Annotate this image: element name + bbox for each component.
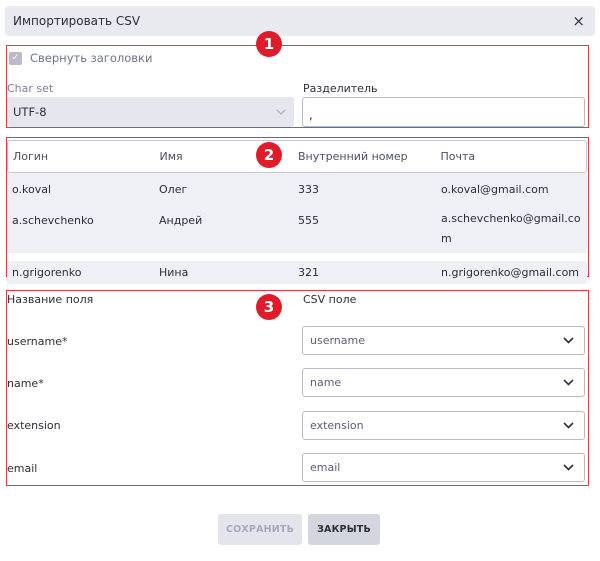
collapse-headers-toggle[interactable]: ✓ Свернуть заголовки bbox=[9, 51, 152, 65]
field-label-name: name* bbox=[7, 377, 44, 390]
cell-name: Нина bbox=[159, 266, 189, 279]
row-spacer bbox=[7, 253, 587, 261]
table-row: o.koval Олег 333 o.koval@gmail.com bbox=[7, 173, 587, 205]
cell-extension: 555 bbox=[298, 214, 319, 227]
cell-email: n.grigorenko@gmail.com bbox=[441, 266, 580, 279]
cell-extension: 333 bbox=[298, 182, 319, 196]
csv-field-header: CSV поле bbox=[303, 293, 357, 306]
csv-select-email[interactable]: email bbox=[302, 453, 585, 482]
chevron-down-icon bbox=[563, 464, 574, 471]
annotation-badge-2: 2 bbox=[256, 142, 282, 168]
import-settings-section: ✓ Свернуть заголовки Char set UTF-8 Разд… bbox=[6, 45, 589, 128]
annotation-badge-3: 3 bbox=[256, 294, 282, 320]
field-name-header: Название поля bbox=[7, 293, 94, 306]
field-label-extension: extension bbox=[7, 419, 61, 432]
charset-select[interactable]: UTF-8 bbox=[7, 97, 294, 127]
check-icon[interactable]: ✓ bbox=[9, 51, 22, 65]
annotation-badge-1: 1 bbox=[256, 31, 282, 57]
field-mapping-section: Название поля CSV поле username* usernam… bbox=[6, 290, 589, 486]
field-label-email: email bbox=[7, 462, 38, 475]
select-value: email bbox=[310, 461, 341, 474]
table-row: n.grigorenko Нина 321 n.grigorenko@gmail… bbox=[7, 261, 587, 284]
cell-name: Андрей bbox=[159, 214, 203, 227]
csv-select-name[interactable]: name bbox=[302, 368, 585, 397]
dialog-title: Импортировать CSV bbox=[13, 14, 141, 28]
cell-name: Олег bbox=[159, 182, 188, 196]
collapse-headers-label: Свернуть заголовки bbox=[30, 51, 153, 65]
table-row: a.schevchenko Андрей 555 a.schevchenko@g… bbox=[7, 205, 587, 253]
close-icon[interactable]: × bbox=[572, 13, 585, 29]
table-header-row: Логин Имя Внутренний номер Почта bbox=[7, 140, 587, 173]
column-header-login: Логин bbox=[13, 150, 49, 163]
cell-login: a.schevchenko bbox=[12, 214, 94, 227]
cell-extension: 321 bbox=[298, 266, 319, 279]
cell-login: o.koval bbox=[12, 182, 52, 196]
cell-email: a.schevchenko@gmail.com bbox=[441, 212, 581, 245]
csv-select-extension[interactable]: extension bbox=[302, 411, 585, 440]
separator-label: Разделитель bbox=[303, 82, 378, 95]
separator-input[interactable] bbox=[302, 97, 585, 127]
preview-table: Логин Имя Внутренний номер Почта o.koval… bbox=[7, 140, 587, 284]
charset-label: Char set bbox=[7, 82, 54, 95]
chevron-down-icon bbox=[563, 422, 574, 429]
dialog-titlebar: Импортировать CSV × bbox=[5, 6, 595, 36]
csv-select-username[interactable]: username bbox=[302, 326, 585, 355]
chevron-down-icon bbox=[563, 379, 574, 386]
close-button[interactable]: ЗАКРЫТЬ bbox=[308, 514, 380, 545]
select-value: extension bbox=[310, 419, 364, 432]
save-button[interactable]: СОХРАНИТЬ bbox=[218, 514, 302, 545]
select-value: name bbox=[310, 376, 342, 389]
csv-preview-section: Логин Имя Внутренний номер Почта o.koval… bbox=[6, 137, 589, 284]
select-value: username bbox=[310, 334, 365, 347]
chevron-down-icon bbox=[563, 337, 574, 344]
cell-email: o.koval@gmail.com bbox=[441, 182, 549, 196]
column-header-extension: Внутренний номер bbox=[298, 150, 408, 163]
field-label-username: username* bbox=[7, 335, 68, 348]
column-header-email: Почта bbox=[440, 149, 476, 163]
charset-value: UTF-8 bbox=[13, 105, 47, 119]
chevron-down-icon bbox=[276, 107, 286, 118]
cell-login: n.grigorenko bbox=[12, 266, 82, 279]
